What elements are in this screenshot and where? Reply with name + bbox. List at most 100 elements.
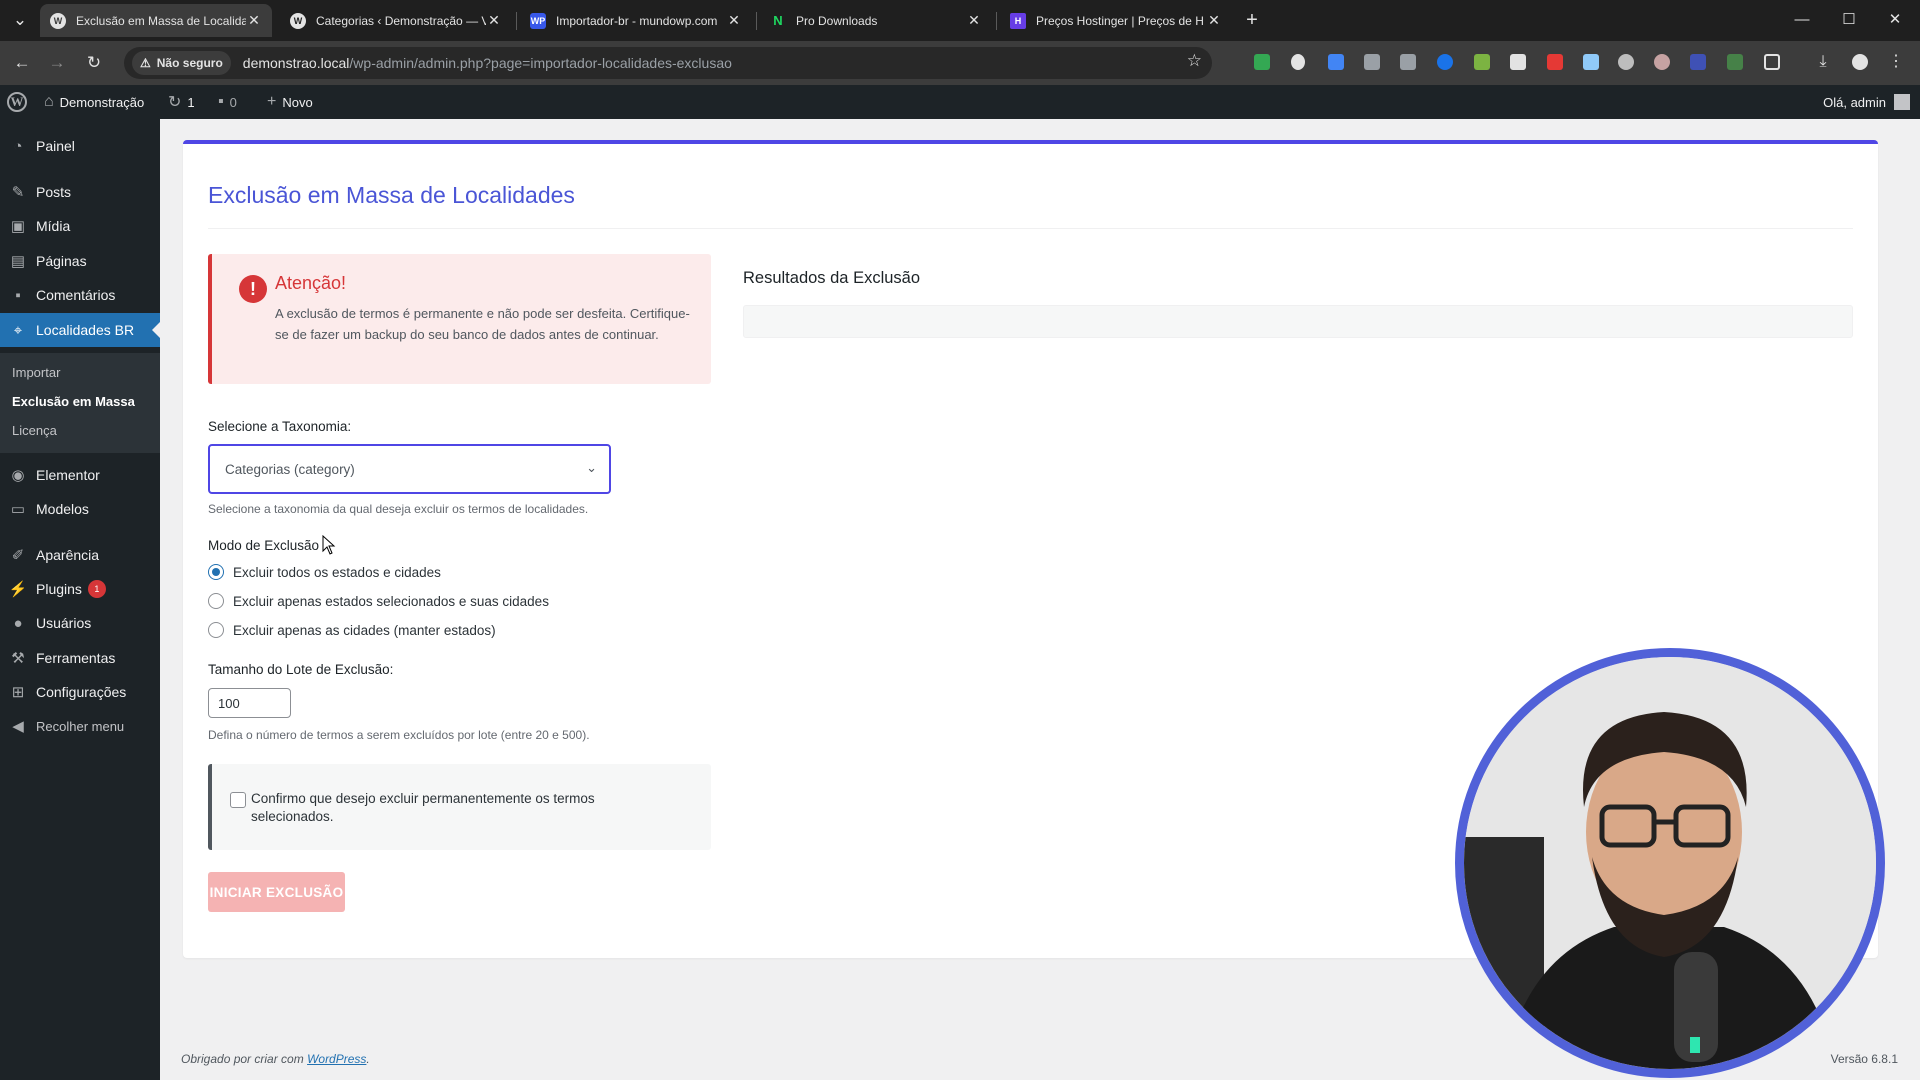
comments-link[interactable]: ▪ 0 [218, 85, 237, 119]
maximize-icon[interactable]: ☐ [1834, 8, 1864, 32]
radio-button[interactable] [208, 593, 224, 609]
dashboard-icon: ◔ [13, 137, 23, 155]
extension-icon[interactable] [1618, 54, 1634, 70]
sidebar-item-localidades-br[interactable]: ⌖ Localidades BR [0, 313, 160, 347]
comments-count: 0 [229, 94, 237, 110]
submenu-item-importar[interactable]: Importar [12, 365, 60, 380]
extension-icon[interactable] [1474, 54, 1490, 70]
start-deletion-button[interactable]: INICIAR EXCLUSÃO [208, 872, 345, 912]
sidebar-item-elementor[interactable]: ◉ Elementor [0, 458, 160, 492]
sidebar-item-label: Posts [36, 184, 72, 200]
sidebar-item-configuracoes[interactable]: ⊞ Configurações [0, 675, 160, 709]
browser-tab-3[interactable]: WP Importador-br - mundowp.com ✕ [520, 4, 752, 37]
extension-icon[interactable] [1654, 54, 1670, 70]
sidebar-item-label: Painel [36, 138, 75, 154]
sidebar-item-label: Modelos [36, 501, 89, 517]
new-content-link[interactable]: + Novo [267, 85, 313, 119]
browser-tab-1[interactable]: W Exclusão em Massa de Localida ✕ [40, 4, 272, 37]
profile-icon[interactable] [1852, 54, 1868, 70]
sidebar-item-painel[interactable]: ◔ Painel [0, 129, 160, 163]
confirm-label[interactable]: Confirmo que desejo excluir permanenteme… [251, 790, 651, 826]
n-logo-icon: N [773, 13, 783, 28]
batch-size-input[interactable] [208, 688, 291, 718]
radio-button[interactable] [208, 564, 224, 580]
site-name-link[interactable]: ⌂ Demonstração [44, 85, 144, 119]
browser-tab-bar: ⌄ W Exclusão em Massa de Localida ✕ W Ca… [0, 0, 1920, 41]
minimize-icon[interactable]: — [1787, 8, 1817, 32]
close-tab-icon[interactable]: ✕ [246, 12, 262, 29]
sidebar-item-ferramentas[interactable]: ⚒ Ferramentas [0, 641, 160, 675]
mode-option-selected-states[interactable]: Excluir apenas estados selecionados e su… [208, 593, 549, 609]
sidebar-collapse-menu[interactable]: ◀ Recolher menu [0, 709, 160, 743]
sidebar-item-modelos[interactable]: ▭ Modelos [0, 492, 160, 526]
extension-icon[interactable] [1437, 54, 1453, 70]
extension-icon[interactable] [1400, 54, 1416, 70]
wordpress-link[interactable]: WordPress [307, 1052, 366, 1066]
extensions-puzzle-icon[interactable] [1764, 54, 1780, 70]
reload-icon[interactable]: ↻ [82, 51, 106, 75]
extension-icon[interactable] [1547, 54, 1563, 70]
footer-version: Versão 6.8.1 [1830, 1052, 1898, 1066]
elementor-icon: ◉ [11, 467, 25, 484]
close-tab-icon[interactable]: ✕ [726, 12, 742, 29]
brush-icon: ✐ [11, 547, 25, 564]
sidebar-item-aparencia[interactable]: ✐ Aparência [0, 538, 160, 572]
my-account-link[interactable]: Olá, admin [1823, 85, 1910, 119]
extension-icon[interactable] [1254, 54, 1270, 70]
sidebar-item-label: Mídia [36, 218, 71, 234]
home-icon: ⌂ [44, 93, 54, 110]
security-chip[interactable]: ⚠ Não seguro [132, 51, 231, 75]
eyedropper-icon[interactable] [1291, 54, 1305, 70]
taxonomy-help: Selecione a taxonomia da qual deseja exc… [208, 502, 589, 516]
browser-tab-5[interactable]: H Preços Hostinger | Preços de H ✕ [1000, 4, 1232, 37]
browser-tab-4[interactable]: N Pro Downloads ✕ [760, 4, 992, 37]
confirm-box: Confirmo que desejo excluir permanenteme… [208, 764, 711, 850]
new-tab-icon[interactable]: + [1240, 8, 1264, 32]
radio-button[interactable] [208, 622, 224, 638]
submenu-item-licenca[interactable]: Licença [12, 423, 57, 438]
download-icon[interactable]: ⤓ [1815, 54, 1831, 70]
sidebar-item-label: Páginas [36, 253, 87, 269]
close-tab-icon[interactable]: ✕ [486, 12, 502, 29]
extension-icon[interactable] [1510, 54, 1526, 70]
sidebar-item-label: Aparência [36, 547, 100, 563]
extension-icon[interactable] [1364, 54, 1380, 70]
chevron-down-icon: ⌄ [586, 460, 597, 475]
extension-icon[interactable] [1727, 54, 1743, 70]
sidebar-item-midia[interactable]: ▣ Mídia [0, 209, 160, 243]
updates-link[interactable]: ↻ 1 [168, 85, 195, 119]
batch-size-label: Tamanho do Lote de Exclusão: [208, 662, 394, 677]
sidebar-item-label: Configurações [36, 684, 127, 700]
browser-tab-2[interactable]: W Categorias ‹ Demonstração — V ✕ [280, 4, 512, 37]
updates-count: 1 [187, 94, 195, 110]
close-window-icon[interactable]: ✕ [1880, 8, 1910, 32]
browser-menu-icon[interactable]: ⋮ [1888, 54, 1904, 70]
url-text[interactable]: demonstrao.local/wp-admin/admin.php?page… [243, 55, 732, 71]
tab-search-icon[interactable]: ⌄ [8, 8, 32, 32]
warning-notice: ! Atenção! A exclusão de termos é perman… [208, 254, 711, 384]
mode-option-cities-only[interactable]: Excluir apenas as cidades (manter estado… [208, 622, 496, 638]
sidebar-item-paginas[interactable]: ▤ Páginas [0, 244, 160, 278]
confirm-checkbox[interactable] [230, 792, 246, 808]
mode-option-all[interactable]: Excluir todos os estados e cidades [208, 564, 441, 580]
wordpress-logo-icon[interactable]: W [7, 92, 27, 112]
close-tab-icon[interactable]: ✕ [966, 12, 982, 29]
sidebar-item-plugins[interactable]: ⚡ Plugins 1 [0, 572, 160, 606]
page-icon: ▤ [10, 253, 26, 270]
close-tab-icon[interactable]: ✕ [1206, 12, 1222, 29]
extension-icon[interactable] [1328, 54, 1344, 70]
sidebar-item-usuarios[interactable]: ● Usuários [0, 606, 160, 640]
extension-icon[interactable] [1690, 54, 1706, 70]
bookmark-star-icon[interactable]: ☆ [1187, 51, 1202, 71]
taxonomy-select[interactable]: Categorias (category) ⌄ [208, 444, 611, 494]
tab-title: Categorias ‹ Demonstração — V [316, 13, 486, 28]
submenu-item-exclusao-em-massa[interactable]: Exclusão em Massa [12, 394, 135, 409]
sidebar-item-posts[interactable]: ✎ Posts [0, 175, 160, 209]
address-bar[interactable]: ⚠ Não seguro demonstrao.local/wp-admin/a… [124, 47, 1212, 79]
extension-icon[interactable] [1583, 54, 1599, 70]
sidebar-item-comentarios[interactable]: ▪ Comentários [0, 278, 160, 312]
back-icon[interactable]: ← [10, 51, 34, 75]
radio-label: Excluir todos os estados e cidades [233, 564, 441, 580]
admin-sidebar: ◔ Painel ✎ Posts ▣ Mídia ▤ Páginas ▪ Comentár… [0, 119, 160, 1080]
forward-icon[interactable]: → [45, 51, 69, 75]
